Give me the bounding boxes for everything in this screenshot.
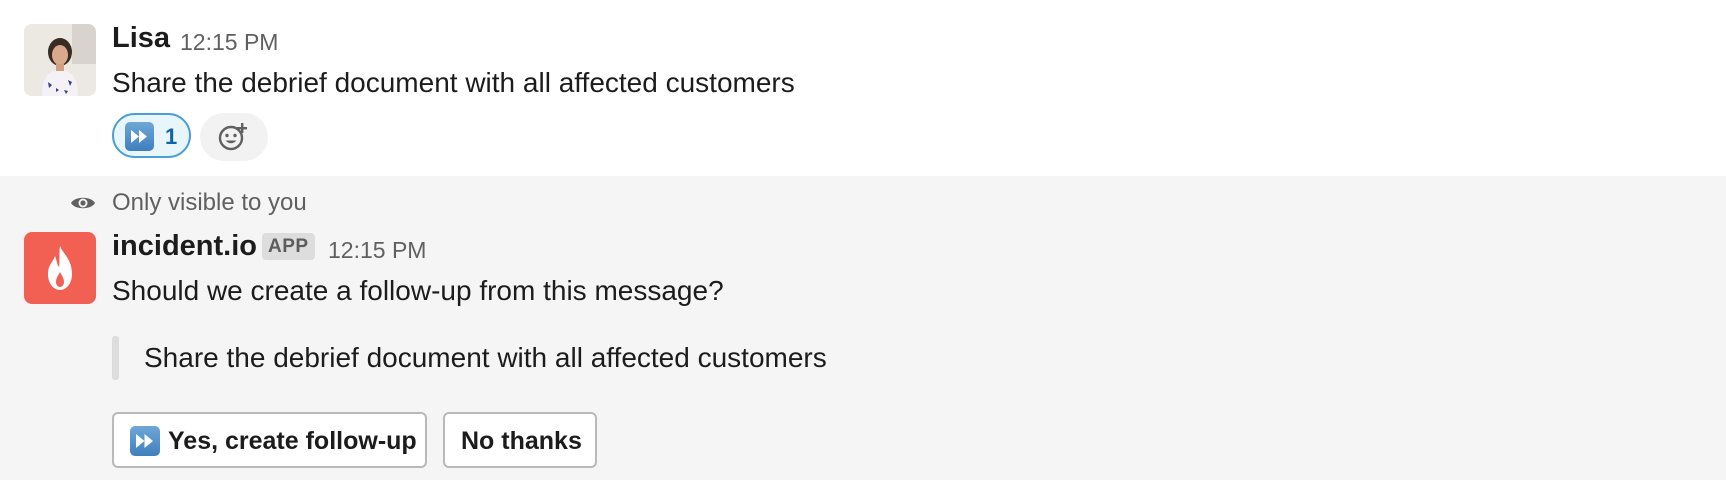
user-avatar[interactable] bbox=[24, 24, 96, 96]
message-text: Share the debrief document with all affe… bbox=[112, 67, 795, 98]
no-thanks-label: No thanks bbox=[461, 427, 582, 455]
no-thanks-button[interactable]: No thanks bbox=[443, 412, 597, 468]
author-name[interactable]: Lisa bbox=[112, 22, 170, 55]
message-timestamp[interactable]: 12:15 PM bbox=[328, 237, 426, 264]
reaction-fast-forward[interactable]: 1 bbox=[112, 113, 191, 158]
add-emoji-icon bbox=[217, 122, 251, 152]
app-name[interactable]: incident.io bbox=[112, 230, 257, 263]
create-follow-up-label: Yes, create follow-up bbox=[168, 427, 417, 455]
app-badge: APP bbox=[262, 233, 315, 260]
create-follow-up-button[interactable]: Yes, create follow-up bbox=[112, 412, 427, 468]
quoted-message: Share the debrief document with all affe… bbox=[144, 342, 827, 373]
quote-bar bbox=[112, 336, 119, 380]
add-reaction-button[interactable] bbox=[200, 113, 268, 161]
message-text: Should we create a follow-up from this m… bbox=[112, 275, 724, 306]
app-avatar[interactable] bbox=[24, 232, 96, 304]
fast-forward-icon bbox=[130, 426, 160, 456]
eye-icon bbox=[70, 194, 96, 212]
visibility-note: Only visible to you bbox=[112, 189, 307, 216]
message-timestamp[interactable]: 12:15 PM bbox=[180, 29, 278, 56]
flame-icon bbox=[24, 232, 96, 309]
fast-forward-icon bbox=[125, 122, 154, 151]
reaction-count: 1 bbox=[165, 124, 178, 149]
